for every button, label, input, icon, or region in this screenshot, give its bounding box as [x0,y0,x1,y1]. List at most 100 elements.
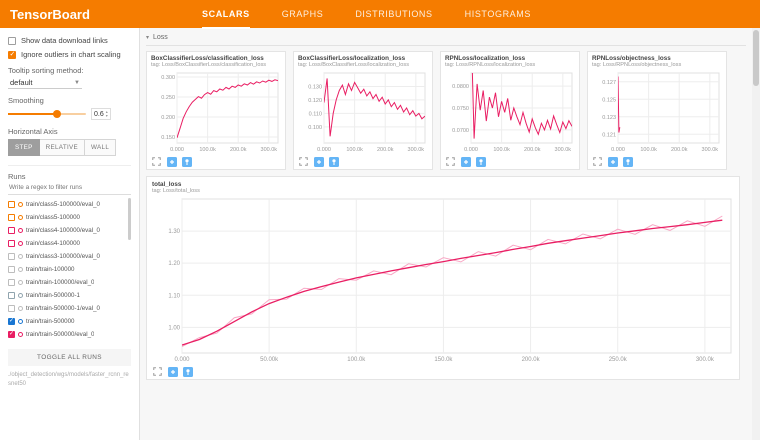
run-checkbox[interactable] [8,292,15,299]
show-download-links-row[interactable]: Show data download links [8,36,131,45]
fit-domain-icon[interactable] [460,156,471,167]
expand-icon[interactable] [298,156,309,167]
ignore-outliers-checkbox[interactable] [8,51,16,59]
svg-text:0.000: 0.000 [170,147,184,153]
run-row[interactable]: train/class4-100000/eval_0 [8,224,131,237]
run-checkbox[interactable] [8,227,15,234]
svg-text:0.300: 0.300 [161,75,175,81]
show-download-links-checkbox[interactable] [8,37,16,45]
tab-histograms[interactable]: HISTOGRAMS [465,0,531,29]
fit-domain-icon[interactable] [167,366,178,377]
axis-step-button[interactable]: STEP [8,139,40,156]
svg-text:300.0k: 300.0k [408,147,425,153]
run-row[interactable]: train/class3-100000/eval_0 [8,250,131,263]
run-color-dot [18,280,23,285]
run-row[interactable]: train/train-500000-1 [8,289,131,302]
scalars-dashboard: ▾ Loss BoxClassifierLoss/classification_… [140,28,752,440]
svg-text:0.127: 0.127 [602,80,616,86]
runs-filter-input[interactable] [8,181,131,195]
line-chart-rpn-localization-loss[interactable]: 0.07000.07500.08000.000100.0k200.0k300.0… [445,70,575,154]
smoothing-slider[interactable] [8,113,86,115]
svg-text:0.130: 0.130 [308,84,322,90]
run-row[interactable]: train/class5-100000/eval_0 [8,198,131,211]
smoothing-value-box[interactable]: 0.6 ▴▾ [91,108,111,120]
run-checkbox[interactable] [8,266,15,273]
run-row[interactable]: train/class4-100000 [8,237,131,250]
run-color-dot [18,202,23,207]
smoothing-slider-fill [8,113,55,115]
run-checkbox[interactable] [8,201,15,208]
pin-icon[interactable] [475,156,486,167]
smoothing-slider-knob[interactable] [53,110,61,118]
smoothing-value: 0.6 [94,111,104,118]
run-row[interactable]: train/train-500000 [8,315,131,328]
run-row[interactable]: train/train-500000-1/eval_0 [8,302,131,315]
run-checkbox[interactable] [8,214,15,221]
fit-domain-icon[interactable] [607,156,618,167]
ignore-outliers-row[interactable]: Ignore outliers in chart scaling [8,50,131,59]
expand-icon[interactable] [152,366,163,377]
tooltip-sorting-dropdown[interactable]: default ▼ [8,77,82,89]
runs-scrollbar[interactable] [128,198,131,240]
run-checkbox[interactable] [8,240,15,247]
svg-text:1.30: 1.30 [168,229,180,235]
run-row[interactable]: train/train-500000/eval_0 [8,328,131,341]
run-label: train/class4-100000/eval_0 [26,227,100,234]
svg-text:200.0k: 200.0k [671,147,688,153]
axis-wall-button[interactable]: WALL [85,139,116,156]
svg-text:300.0k: 300.0k [555,147,572,153]
run-row[interactable]: train/train-100000/eval_0 [8,276,131,289]
run-checkbox[interactable] [8,318,15,325]
fit-domain-icon[interactable] [313,156,324,167]
svg-text:1.10: 1.10 [168,293,180,299]
pin-icon[interactable] [182,366,193,377]
app-title: TensorBoard [10,7,140,22]
fit-domain-icon[interactable] [166,156,177,167]
run-color-dot [18,267,23,272]
svg-text:300.0k: 300.0k [702,147,719,153]
run-checkbox[interactable] [8,279,15,286]
page-scrollbar[interactable] [752,28,760,440]
run-checkbox[interactable] [8,305,15,312]
svg-text:0.120: 0.120 [308,98,322,104]
tab-distributions[interactable]: DISTRIBUTIONS [355,0,432,29]
spinner-down-icon[interactable]: ▾ [106,114,108,118]
axis-relative-button[interactable]: RELATIVE [40,139,85,156]
line-chart-box-localization-loss[interactable]: 0.1000.1100.1200.1300.000100.0k200.0k300… [298,70,428,154]
chart-tag: tag: Loss/BoxClassifierLoss/classificati… [151,62,281,68]
run-row[interactable]: train/train-100000 [8,263,131,276]
toggle-all-runs-button[interactable]: TOGGLE ALL RUNS [8,349,131,366]
svg-text:1.20: 1.20 [168,261,180,267]
svg-text:100.0k: 100.0k [640,147,657,153]
tab-scalars[interactable]: SCALARS [202,0,250,29]
run-checkbox[interactable] [8,331,15,338]
expand-icon[interactable] [592,156,603,167]
line-chart-rpn-objectness-loss[interactable]: 0.1210.1230.1250.1270.000100.0k200.0k300… [592,70,722,154]
svg-text:100.0k: 100.0k [199,147,216,153]
svg-text:300.0k: 300.0k [261,147,278,153]
svg-text:0.121: 0.121 [602,132,616,138]
pin-icon[interactable] [622,156,633,167]
chart-tag: tag: Loss/RPNLoss/localization_loss [445,62,575,68]
expand-icon[interactable] [445,156,456,167]
pin-icon[interactable] [181,156,192,167]
logdir-path: ./object_detection/wgs/models/faster_rcn… [8,371,131,389]
expand-icon[interactable] [151,156,162,167]
run-row[interactable]: train/class5-100000 [8,211,131,224]
pin-icon[interactable] [328,156,339,167]
chart-card-classification-loss: BoxClassifierLoss/classification_loss ta… [146,51,286,170]
svg-text:200.0k: 200.0k [522,357,541,363]
page-scrollbar-thumb[interactable] [753,30,759,86]
chart-card-rpn-localization-loss: RPNLoss/localization_loss tag: Loss/RPNL… [440,51,580,170]
category-header-loss[interactable]: ▾ Loss [146,31,746,46]
line-chart-total-loss[interactable]: 1.001.101.201.300.00050.00k100.0k150.0k2… [152,196,734,364]
svg-text:0.000: 0.000 [611,147,625,153]
line-chart-classification-loss[interactable]: 0.1500.2000.2500.3000.000100.0k200.0k300… [151,70,281,154]
runs-section-label: Runs [8,165,131,181]
run-checkbox[interactable] [8,253,15,260]
svg-text:0.100: 0.100 [308,125,322,131]
category-title: Loss [153,34,168,41]
chevron-down-icon: ▼ [74,80,80,86]
run-label: train/train-500000/eval_0 [26,331,94,338]
tab-graphs[interactable]: GRAPHS [282,0,324,29]
